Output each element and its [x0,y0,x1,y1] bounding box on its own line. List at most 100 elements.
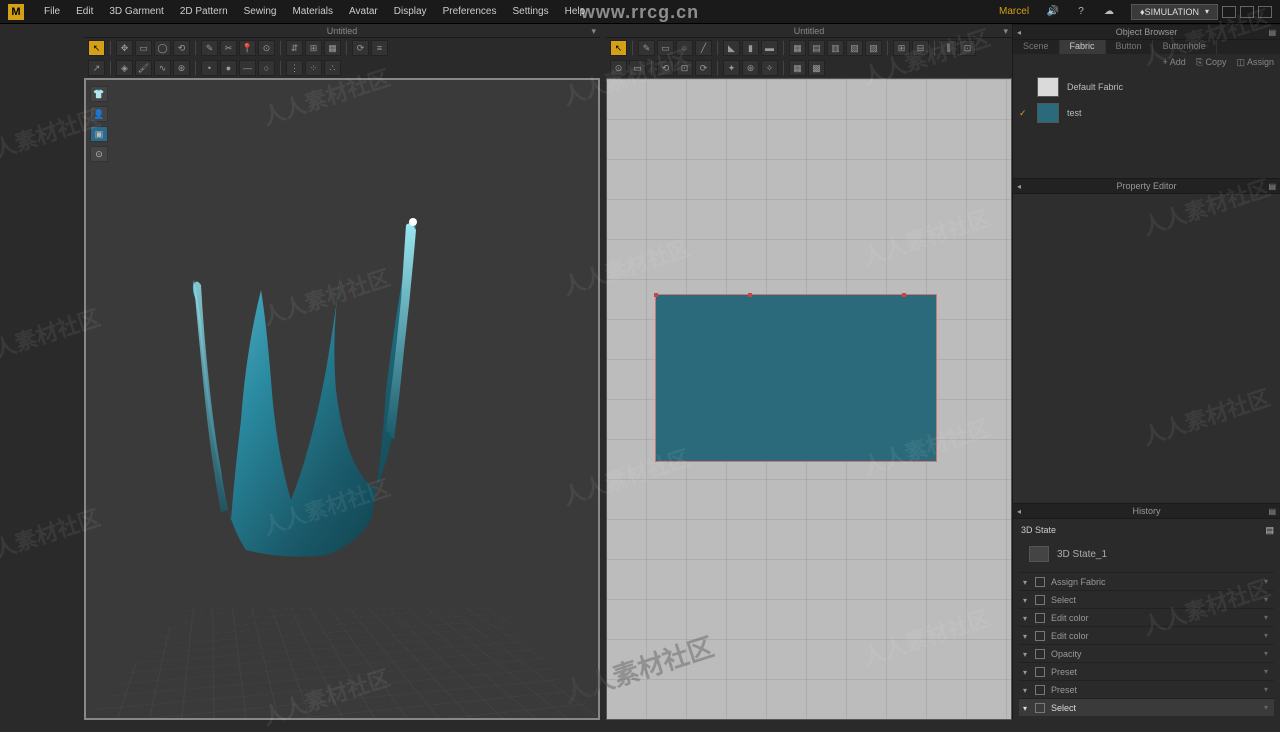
side-avatar-icon[interactable]: 👤 [90,106,108,122]
history-row[interactable]: Opacity [1019,644,1274,662]
assign-button[interactable]: ◫ Assign [1236,57,1274,68]
tool2d-t1[interactable]: ▦ [789,40,806,56]
tool2d-b7[interactable]: ⊛ [742,60,759,76]
tool-arrange[interactable]: ⇵ [286,40,303,56]
tab-2d[interactable]: Untitled [606,24,1012,38]
tool2d-rect[interactable]: ▭ [657,40,674,56]
menu-help[interactable]: Help [557,6,594,17]
copy-button[interactable]: ⎘ Copy [1196,57,1227,68]
sound-icon[interactable]: 🔊 [1044,3,1062,21]
tab-3d[interactable]: Untitled [84,24,600,38]
tool2d-t4[interactable]: ▧ [846,40,863,56]
pattern-rectangle[interactable] [655,294,937,462]
tab-fabric[interactable]: Fabric [1060,40,1106,54]
tool-dot2[interactable]: ● [220,60,237,76]
fabric-check[interactable]: ✓ [1019,108,1029,119]
window-close[interactable] [1258,6,1272,18]
tool-stiff[interactable]: ⊛ [173,60,190,76]
tool-measure[interactable]: ⟳ [352,40,369,56]
tool2d-seam[interactable]: ▬ [761,40,778,56]
tool2d-t7[interactable]: ⊟ [912,40,929,56]
window-max[interactable] [1240,6,1254,18]
tool2d-line[interactable]: ╱ [695,40,712,56]
history-state-item[interactable]: 3D State_1 [1019,542,1274,572]
tool2d-b9[interactable]: ▦ [789,60,806,76]
tool2d-b8[interactable]: ✧ [761,60,778,76]
tool-select-3d[interactable]: ↖ [88,40,105,56]
tool2d-b4[interactable]: ⊡ [676,60,693,76]
menu-2d-pattern[interactable]: 2D Pattern [172,6,236,17]
tool2d-t2[interactable]: ▤ [808,40,825,56]
tool2d-t6[interactable]: ⊞ [893,40,910,56]
side-pin-icon[interactable]: ⊙ [90,146,108,162]
tool2d-pen[interactable]: ✎ [638,40,655,56]
object-browser-header[interactable]: Object Browser [1013,24,1280,40]
viewport-3d[interactable]: 👕 👤 ▣ ⊙ [84,78,600,720]
tool-flat[interactable]: ▦ [324,40,341,56]
pattern-pin[interactable] [748,293,752,297]
tool-tape[interactable]: ≡ [371,40,388,56]
history-row[interactable]: Edit color [1019,626,1274,644]
window-min[interactable] [1222,6,1236,18]
tool2d-b3[interactable]: ⟲ [657,60,674,76]
history-row[interactable]: Preset [1019,662,1274,680]
tool2d-circle[interactable]: ○ [676,40,693,56]
tab-button[interactable]: Button [1106,40,1153,54]
tool2d-t9[interactable]: ⊡ [959,40,976,56]
tool-tack[interactable]: ⊙ [258,40,275,56]
tool2d-dart[interactable]: ◣ [723,40,740,56]
tool2d-notch[interactable]: ▮ [742,40,759,56]
menu-edit[interactable]: Edit [68,6,101,17]
tool-brush[interactable]: 🖌 [135,60,152,76]
menu-3d-garment[interactable]: 3D Garment [101,6,171,17]
history-row[interactable]: Assign Fabric [1019,572,1274,590]
side-scene-icon[interactable]: ▣ [90,126,108,142]
tool-pin[interactable]: 📍 [239,40,256,56]
tool-circle[interactable]: ○ [258,60,275,76]
tool2d-b5[interactable]: ⟳ [695,60,712,76]
pattern-pin[interactable] [654,293,658,297]
simulation-button[interactable]: ♦ SIMULATION [1131,4,1218,20]
menu-file[interactable]: File [36,6,68,17]
help-icon[interactable]: ? [1072,3,1090,21]
fabric-item-default[interactable]: Default Fabric [1019,74,1274,100]
tool-misc2[interactable]: ⁘ [305,60,322,76]
tool-mesh[interactable]: ◈ [116,60,133,76]
menu-settings[interactable]: Settings [504,6,556,17]
tab-buttonhole[interactable]: Buttonhole [1153,40,1217,54]
tool2d-select[interactable]: ↖ [610,40,627,56]
tool-misc1[interactable]: ⋮ [286,60,303,76]
tool-rect[interactable]: ▭ [135,40,152,56]
property-editor-header[interactable]: Property Editor [1013,178,1280,194]
history-row[interactable]: Select [1019,590,1274,608]
tool2d-t5[interactable]: ▨ [865,40,882,56]
tool-misc3[interactable]: ∴ [324,60,341,76]
tool2d-b6[interactable]: ✦ [723,60,740,76]
tool2d-b2[interactable]: ▭ [629,60,646,76]
viewport-2d[interactable] [606,78,1012,720]
tool2d-t8[interactable]: ⫼ [940,40,957,56]
fabric-item-test[interactable]: ✓ test [1019,100,1274,126]
tool-fold[interactable]: ⊞ [305,40,322,56]
tool-line[interactable]: — [239,60,256,76]
tool2d-b10[interactable]: ▩ [808,60,825,76]
history-section[interactable]: 3D State▤ [1019,523,1274,542]
tool-move[interactable]: ✥ [116,40,133,56]
tool2d-b1[interactable]: ⊙ [610,60,627,76]
menu-display[interactable]: Display [386,6,435,17]
history-header[interactable]: History [1013,503,1280,519]
tool-lasso[interactable]: ◯ [154,40,171,56]
tool-dot1[interactable]: • [201,60,218,76]
history-row[interactable]: Edit color [1019,608,1274,626]
tool-pen[interactable]: ✎ [201,40,218,56]
side-garment-icon[interactable]: 👕 [90,86,108,102]
menu-materials[interactable]: Materials [284,6,341,17]
menu-avatar[interactable]: Avatar [341,6,386,17]
menu-sewing[interactable]: Sewing [236,6,285,17]
add-button[interactable]: + Add [1162,57,1185,67]
tool-arrow[interactable]: ↗ [88,60,105,76]
cloud-icon[interactable]: ☁ [1100,3,1118,21]
user-name[interactable]: Marcel [999,6,1029,17]
tab-scene[interactable]: Scene [1013,40,1060,54]
tool-cut[interactable]: ✂ [220,40,237,56]
